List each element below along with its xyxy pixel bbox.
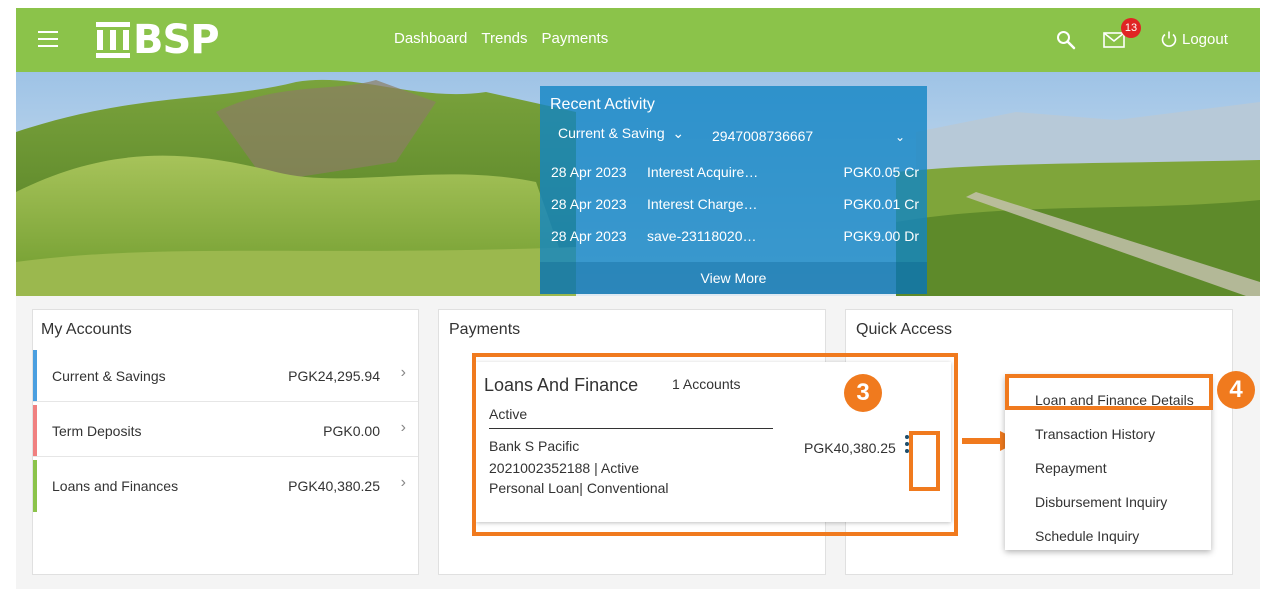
- step-badge: 3: [844, 374, 882, 412]
- activity-row[interactable]: 28 Apr 2023 Interest Charge… PGK0.01 Cr: [551, 196, 919, 220]
- account-label: Term Deposits: [52, 423, 142, 439]
- payments-title: Payments: [449, 321, 521, 338]
- my-accounts-card: My Accounts Current & Savings PGK24,295.…: [32, 309, 419, 575]
- account-row-term-deposits[interactable]: Term Deposits PGK0.00 ›: [33, 405, 418, 457]
- activity-amount: PGK0.05 Cr: [843, 164, 919, 180]
- menu-item-transaction-history[interactable]: Transaction History: [1005, 417, 1211, 451]
- account-label: Current & Savings: [52, 368, 166, 384]
- logo-text: BSP: [133, 17, 220, 63]
- logo-mark-icon: [96, 22, 130, 58]
- top-bar: BSP Dashboard Trends Payments 13 Logout: [16, 8, 1260, 72]
- account-row-current-savings[interactable]: Current & Savings PGK24,295.94 ›: [33, 350, 418, 402]
- account-number-dropdown[interactable]: 2947008736667: [712, 128, 813, 144]
- highlight-box: [1005, 374, 1213, 410]
- menu-item-schedule-inquiry[interactable]: Schedule Inquiry: [1005, 519, 1211, 553]
- view-more-link[interactable]: View More: [540, 262, 927, 294]
- bsp-logo[interactable]: BSP: [96, 17, 220, 63]
- activity-date: 28 Apr 2023: [551, 228, 627, 244]
- account-color-stripe: [33, 460, 37, 512]
- menu-item-repayment[interactable]: Repayment: [1005, 451, 1211, 485]
- account-color-stripe: [33, 350, 37, 401]
- account-balance: PGK40,380.25: [288, 478, 380, 494]
- menu-item-disbursement-inquiry[interactable]: Disbursement Inquiry: [1005, 485, 1211, 519]
- activity-date: 28 Apr 2023: [551, 164, 627, 180]
- account-balance: PGK0.00: [323, 423, 380, 439]
- nav-payments[interactable]: Payments: [542, 30, 609, 47]
- step-badge: 4: [1217, 371, 1255, 409]
- quick-access-title: Quick Access: [856, 321, 953, 338]
- activity-row[interactable]: 28 Apr 2023 save-23118020… PGK9.00 Dr: [551, 228, 919, 252]
- activity-description: Interest Acquire…: [647, 164, 759, 180]
- activity-row[interactable]: 28 Apr 2023 Interest Acquire… PGK0.05 Cr: [551, 164, 919, 188]
- nav-trends[interactable]: Trends: [481, 30, 527, 47]
- activity-amount: PGK0.01 Cr: [843, 196, 919, 212]
- hamburger-icon[interactable]: [38, 31, 58, 49]
- highlight-box: [472, 353, 958, 536]
- account-type-value: Current & Saving: [558, 125, 665, 141]
- recent-activity-title: Recent Activity: [550, 96, 655, 113]
- account-row-loans[interactable]: Loans and Finances PGK40,380.25 ›: [33, 460, 418, 512]
- logout-button[interactable]: Logout: [1160, 30, 1228, 48]
- chevron-right-icon: ›: [400, 364, 406, 381]
- activity-date: 28 Apr 2023: [551, 196, 627, 212]
- recent-activity-panel: Recent Activity Current & Saving ⌄ 29470…: [540, 86, 927, 294]
- activity-description: Interest Charge…: [647, 196, 758, 212]
- app-frame: BSP Dashboard Trends Payments 13 Logout: [16, 8, 1260, 589]
- my-accounts-title: My Accounts: [41, 321, 132, 338]
- logout-label: Logout: [1182, 30, 1228, 48]
- activity-amount: PGK9.00 Dr: [843, 228, 919, 244]
- search-icon[interactable]: [1056, 30, 1076, 50]
- mail-icon[interactable]: [1103, 32, 1125, 48]
- nav-dashboard[interactable]: Dashboard: [394, 30, 467, 47]
- notification-badge: 13: [1121, 18, 1141, 38]
- activity-description: save-23118020…: [647, 228, 757, 244]
- chevron-down-icon[interactable]: ⌄: [895, 130, 905, 144]
- chevron-right-icon: ›: [400, 474, 406, 491]
- account-type-dropdown[interactable]: Current & Saving ⌄: [558, 125, 684, 142]
- highlight-box: [909, 431, 940, 491]
- account-balance: PGK24,295.94: [288, 368, 380, 384]
- chevron-right-icon: ›: [400, 419, 406, 436]
- account-label: Loans and Finances: [52, 478, 179, 494]
- power-icon: [1161, 31, 1177, 47]
- chevron-down-icon: ⌄: [668, 125, 685, 141]
- main-nav: Dashboard Trends Payments: [394, 30, 608, 47]
- account-color-stripe: [33, 405, 37, 456]
